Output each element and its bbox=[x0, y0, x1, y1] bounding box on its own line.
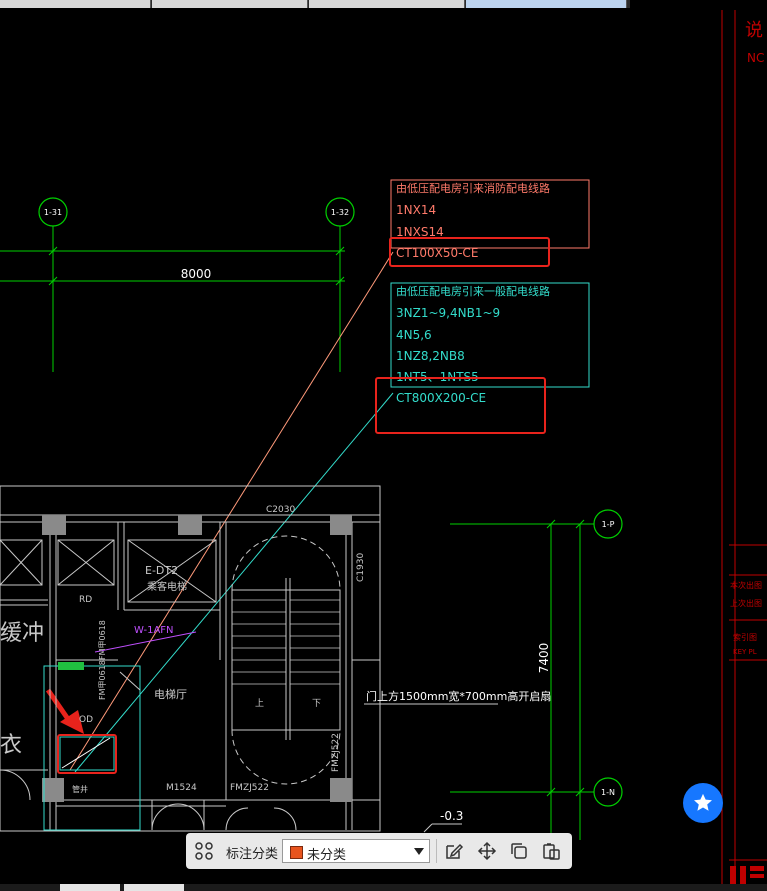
annotation-category-label: 标注分类 bbox=[226, 846, 279, 861]
annotation-category-value: 未分类 bbox=[307, 847, 347, 862]
bottom-tab-1[interactable] bbox=[60, 884, 120, 891]
move-button[interactable] bbox=[475, 839, 499, 863]
grid-icon bbox=[195, 842, 213, 860]
note2-title: 由低压配电房引来一般配电线路 bbox=[396, 284, 550, 298]
chevron-down-icon bbox=[414, 848, 424, 855]
bottom-tab-2[interactable] bbox=[124, 884, 184, 891]
edit-button[interactable] bbox=[442, 839, 466, 863]
room-elevator-hall: 电梯厅 bbox=[154, 688, 187, 701]
logo-icon bbox=[730, 866, 764, 886]
highlight-box-3[interactable] bbox=[57, 734, 117, 774]
edit-icon bbox=[446, 843, 464, 859]
red-arrow-icon bbox=[45, 688, 84, 734]
favorite-button[interactable] bbox=[683, 783, 723, 823]
copy-button[interactable] bbox=[507, 839, 531, 863]
note2-line5: CT800X200-CE bbox=[396, 391, 486, 405]
note1-line1: 1NX14 bbox=[396, 203, 436, 217]
dimension-7400: 7400 bbox=[537, 643, 551, 674]
note2-line2: 4N5,6 bbox=[396, 328, 432, 342]
annotation-toolbar: 标注分类 未分类 bbox=[186, 833, 572, 869]
note1-line3: CT100X50-CE bbox=[396, 246, 478, 260]
door-fmzj522-vertical: FMZJ522 bbox=[331, 733, 341, 772]
title-block-text-6: KEY PL bbox=[733, 648, 757, 656]
dimension-8000: 8000 bbox=[181, 267, 212, 281]
door-fmzj522: FMZJ522 bbox=[230, 783, 269, 793]
note2-line1: 3NZ1~9,4NB1~9 bbox=[396, 306, 500, 320]
annotation-category-select[interactable]: 未分类 bbox=[282, 839, 430, 863]
move-icon bbox=[477, 841, 497, 861]
grid-bubble-1-P: 1-P bbox=[602, 520, 615, 529]
room-elevator-desc: 乘客电梯 bbox=[147, 580, 187, 593]
opening-note: 门上方1500mm宽*700mm高开启扇 bbox=[366, 689, 551, 703]
door-fm-1: FM甲0618 bbox=[98, 620, 107, 660]
note1-title: 由低压配电房引来消防配电线路 bbox=[396, 181, 550, 195]
panel-label-w-1afn: W-1AFN bbox=[134, 625, 174, 636]
title-block-text-3: 本次出图 bbox=[730, 580, 762, 590]
door-fm-2: FM甲0618 bbox=[98, 660, 107, 700]
stair-up: 上 bbox=[255, 698, 264, 709]
room-pipe-shaft: 管井 bbox=[72, 784, 88, 794]
category-color-swatch bbox=[290, 846, 303, 859]
copy-icon bbox=[511, 843, 527, 859]
note1-line2: 1NXS14 bbox=[396, 225, 444, 239]
door-m1524: M1524 bbox=[166, 783, 197, 793]
paste-button[interactable] bbox=[539, 839, 563, 863]
room-buffer: 缓冲 bbox=[0, 621, 44, 646]
title-block-text-5: 索引图 bbox=[733, 632, 757, 642]
title-block-text-2: NC bbox=[747, 51, 764, 65]
grid-bubble-1-N: 1-N bbox=[601, 788, 615, 797]
highlight-box-2[interactable] bbox=[375, 377, 546, 434]
room-od: OD bbox=[79, 715, 93, 725]
room-elevator-id: E-DT2 bbox=[145, 564, 178, 577]
cad-canvas[interactable]: 说 NC 本次出图 上次出图 索引图 KEY PL 1-31 1-32 1-P bbox=[0, 0, 767, 891]
stair-down: 下 bbox=[312, 699, 321, 709]
title-block-text-4: 上次出图 bbox=[730, 598, 762, 608]
star-icon bbox=[694, 793, 712, 811]
room-cloth: 衣 bbox=[0, 733, 22, 758]
grid-view-button[interactable] bbox=[192, 839, 216, 863]
window-c2030: C2030 bbox=[266, 505, 295, 515]
level-mark: -0.3 bbox=[440, 809, 463, 823]
window-c1930: C1930 bbox=[356, 553, 366, 582]
room-rd: RD bbox=[79, 595, 92, 605]
note2-line3: 1NZ8,2NB8 bbox=[396, 349, 465, 363]
toolbar-divider bbox=[436, 839, 437, 863]
grid-bubble-1-31: 1-31 bbox=[44, 208, 62, 217]
paste-icon bbox=[543, 843, 560, 860]
grid-bubble-1-32: 1-32 bbox=[331, 208, 349, 217]
title-block-text-1: 说 bbox=[745, 20, 763, 41]
